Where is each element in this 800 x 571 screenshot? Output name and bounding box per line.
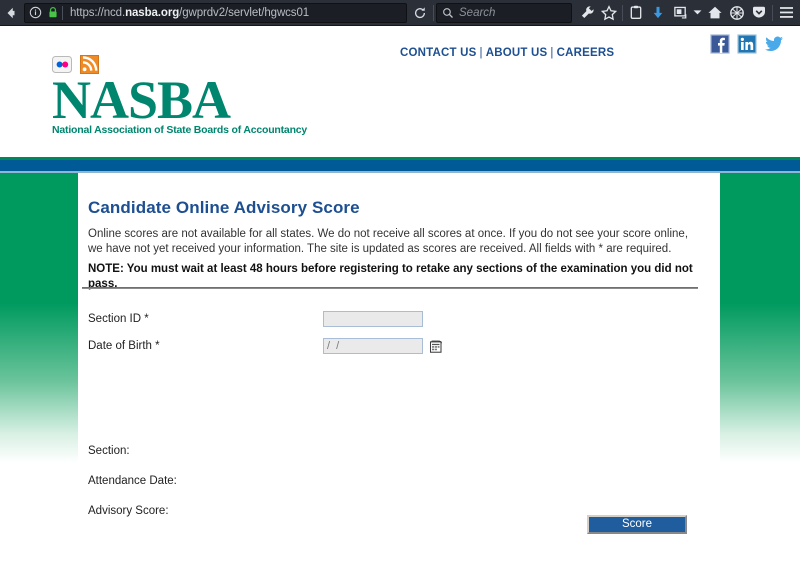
logo-tagline: National Association of State Boards of … [52,124,308,136]
date-of-birth-input[interactable] [323,338,423,354]
main-content: Candidate Online Advisory Score Online s… [78,173,720,571]
toolbar-separator [433,4,434,21]
padlock-icon[interactable] [47,6,59,19]
score-submit-button[interactable]: Score [587,515,687,534]
download-arrow-icon[interactable] [647,2,669,24]
social-links [710,34,784,54]
header-nav: CONTACT US | ABOUT US | CAREERS [400,47,614,59]
nav-link-about-us[interactable]: ABOUT US [486,47,548,59]
magnifier-icon [442,7,454,19]
right-green-panel [720,173,800,463]
back-arrow-icon[interactable] [0,2,22,24]
toolbar-separator-2 [622,4,623,21]
intro-paragraph: Online scores are not available for all … [88,228,689,255]
search-placeholder: Search [459,6,496,19]
pocket-icon[interactable] [748,2,770,24]
result-row-attendance-date: Attendance Date: [88,475,177,487]
results-panel: Section: Attendance Date: Advisory Score… [88,445,177,535]
date-of-birth-label: Date of Birth * [88,340,160,352]
score-lookup-form: Section ID * Date of Birth * [88,308,444,362]
url-divider [62,5,63,20]
result-label-attendance-date: Attendance Date: [88,475,177,487]
browser-toolbar: https://ncd.nasba.org/gwprdv2/servlet/hg… [0,0,800,26]
logo-wordmark: NASBA [52,70,231,130]
section-divider [82,287,698,289]
page-title: Candidate Online Advisory Score [88,198,360,217]
star-icon[interactable] [598,2,620,24]
home-icon[interactable] [704,2,726,24]
chevron-down-icon[interactable] [691,2,704,24]
site-header: CONTACT US | ABOUT US | CAREERS NASBA Nation… [0,26,800,157]
reader-list-icon[interactable] [625,2,647,24]
globe-shield-icon[interactable] [726,2,748,24]
nav-separator-1: | [479,47,483,59]
wrench-icon[interactable] [576,2,598,24]
info-circle-icon[interactable] [29,6,42,19]
blue-navigation-band [0,160,800,171]
url-bar[interactable]: https://ncd.nasba.org/gwprdv2/servlet/hg… [24,2,407,23]
toolbar-separator-3 [772,4,773,21]
calendar-picker-icon[interactable] [423,339,444,354]
result-row-advisory-score: Advisory Score: [88,505,177,517]
result-row-section: Section: [88,445,177,457]
url-text: https://ncd.nasba.org/gwprdv2/servlet/hg… [70,6,310,19]
section-id-label: Section ID * [88,313,149,325]
reload-icon[interactable] [409,2,431,24]
result-label-advisory-score: Advisory Score: [88,505,169,517]
left-green-panel [0,173,78,463]
nav-link-contact-us[interactable]: CONTACT US [400,47,477,59]
hamburger-menu-icon[interactable] [775,2,797,24]
nasba-logo[interactable]: NASBA National Association of State Boar… [52,70,308,136]
nav-separator-2: | [550,47,554,59]
sync-device-icon[interactable] [669,2,691,24]
form-row-date-of-birth: Date of Birth * [88,335,444,357]
section-id-input[interactable] [323,311,423,327]
twitter-icon[interactable] [764,34,784,54]
linkedin-icon[interactable] [737,34,757,54]
facebook-icon[interactable] [710,34,730,54]
form-row-section-id: Section ID * [88,308,444,330]
nav-link-careers[interactable]: CAREERS [557,47,615,59]
result-label-section: Section: [88,445,130,457]
search-input[interactable]: Search [436,2,572,23]
